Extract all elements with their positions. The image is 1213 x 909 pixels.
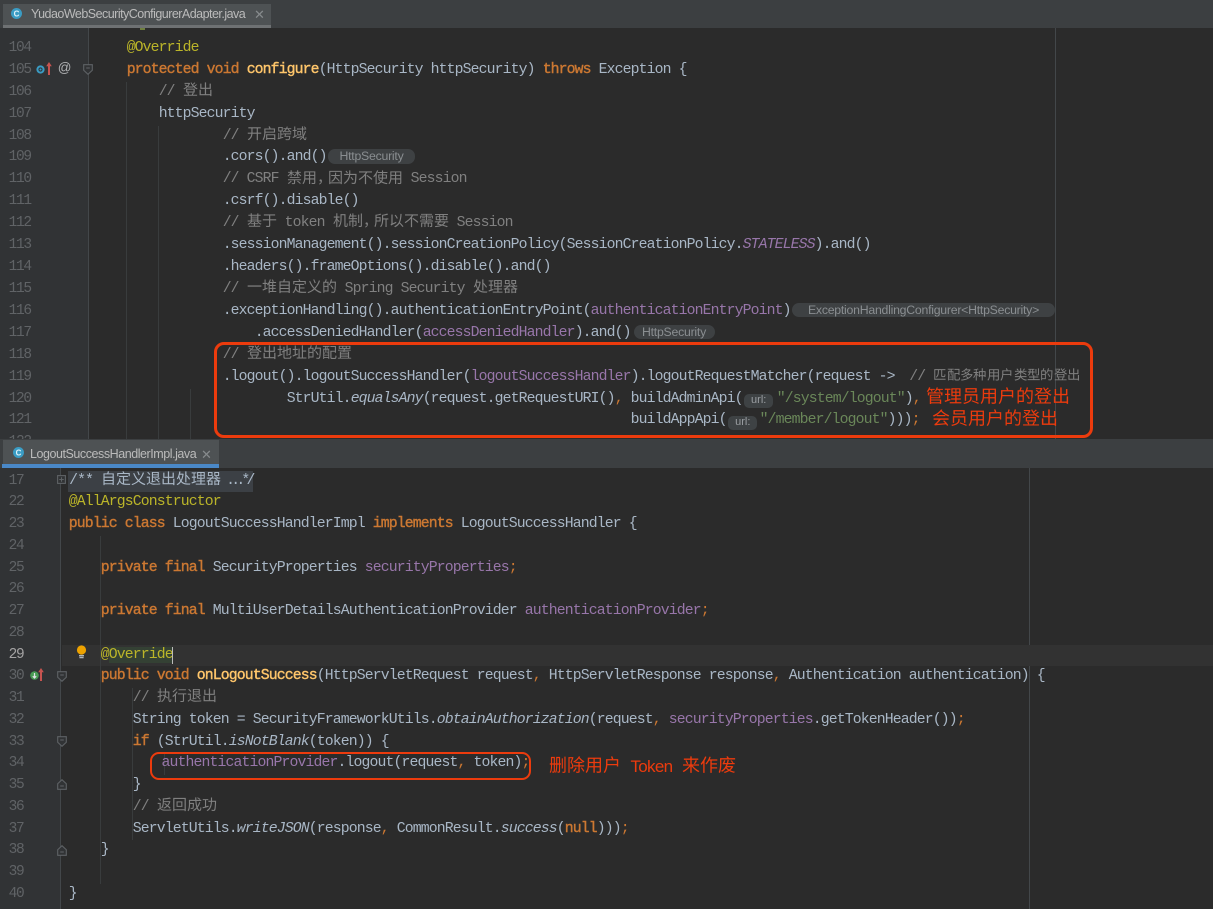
- svg-text:C: C: [16, 448, 22, 457]
- svg-text:C: C: [14, 9, 20, 18]
